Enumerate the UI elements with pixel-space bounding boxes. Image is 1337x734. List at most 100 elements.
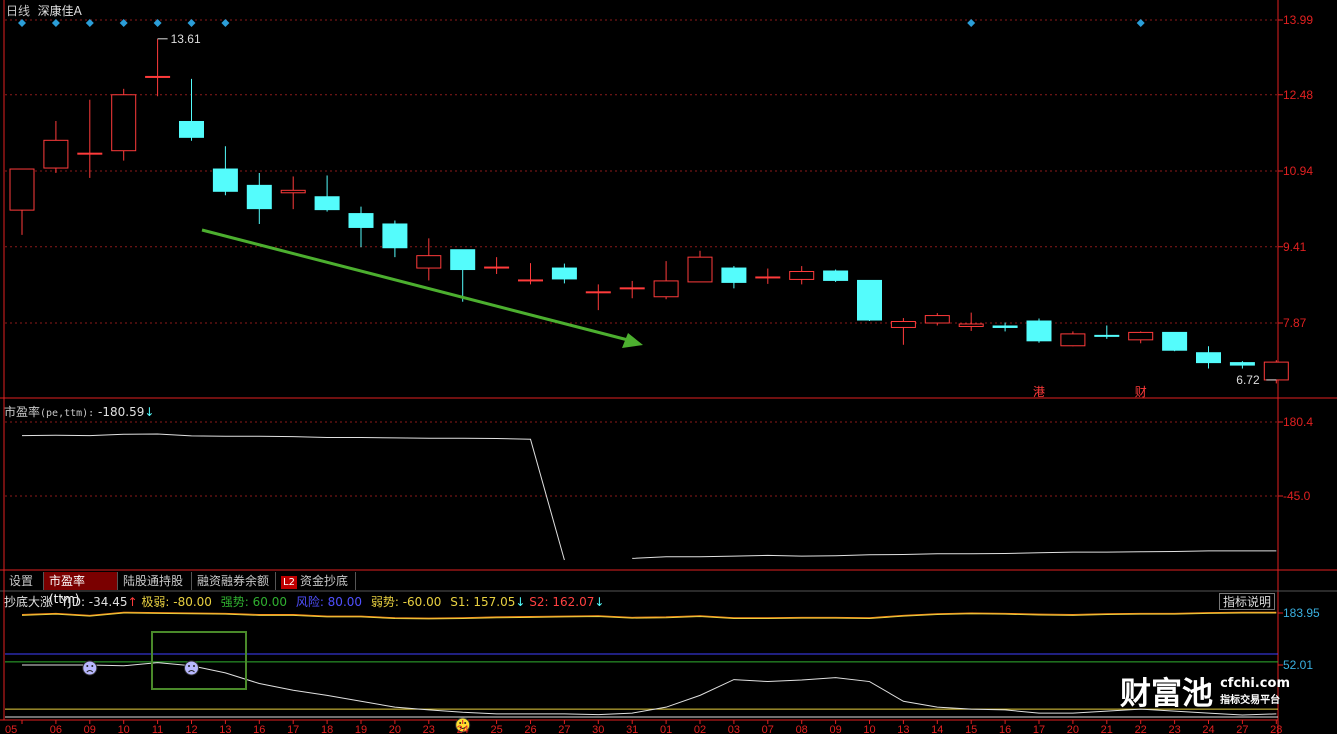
tab-fund-bottom[interactable]: L2 资金抄底 xyxy=(276,572,356,590)
face-eye xyxy=(91,665,94,667)
tab-label: 设置 xyxy=(9,574,34,588)
date-label: 28 xyxy=(1270,724,1282,734)
candle xyxy=(246,172,272,224)
date-label: 13 xyxy=(897,724,909,734)
candle xyxy=(551,263,577,284)
candle xyxy=(382,220,408,258)
indicator-s1: S1: 157.05↓ xyxy=(450,595,525,609)
candle xyxy=(789,266,815,285)
face-circle xyxy=(184,660,199,676)
date-label: 30 xyxy=(592,724,604,734)
date-label: 12 xyxy=(185,724,197,734)
event-diamond-icon xyxy=(221,19,230,27)
candle-body xyxy=(823,270,849,281)
candle xyxy=(77,99,103,178)
event-diamond-icon xyxy=(967,19,976,27)
candle xyxy=(1094,325,1120,339)
candle xyxy=(111,88,137,161)
highlight-box xyxy=(151,631,247,690)
candle-body xyxy=(653,280,679,298)
candle-body xyxy=(77,152,103,155)
pe-line xyxy=(632,550,1277,559)
date-label: 23 xyxy=(423,724,435,734)
event-diamond-icon xyxy=(1136,19,1145,27)
candle-body xyxy=(450,249,476,271)
date-label: 05 xyxy=(5,724,17,734)
tab-label: 陆股通持股 xyxy=(123,574,184,588)
price-tick-label: 12.48 xyxy=(1283,88,1313,102)
candle-body xyxy=(551,267,577,280)
candle-body xyxy=(721,267,747,283)
tab-pe-ttm[interactable]: 市盈率(ttm) xyxy=(44,572,118,606)
logo-site: cfchi.com xyxy=(1220,675,1290,691)
candle-body xyxy=(755,276,781,279)
indicator-jiruo: 极弱: -80.00 xyxy=(141,595,212,609)
candle xyxy=(585,284,611,311)
trend-arrowhead-icon xyxy=(622,333,643,348)
tab-label: 融资融券余额 xyxy=(197,574,270,588)
tab-hk-connect-holding[interactable]: 陆股通持股 xyxy=(118,572,192,590)
candle-body xyxy=(1060,333,1086,347)
tab-label: 资金抄底 xyxy=(299,574,348,588)
candle-body xyxy=(314,196,340,211)
candle-body xyxy=(1196,352,1221,364)
candle-body xyxy=(857,279,882,321)
date-label: 31 xyxy=(626,724,638,734)
candle-body xyxy=(348,213,374,228)
face-eye xyxy=(193,665,195,667)
date-label: 24 xyxy=(1202,724,1214,734)
period-label[interactable]: 日线 xyxy=(6,4,30,18)
candle xyxy=(1128,331,1154,344)
sad-face-icon xyxy=(82,660,98,676)
logo: 财富池 cfchi.com 指标交易平台 xyxy=(1120,668,1290,713)
event-diamond-icon xyxy=(187,19,196,27)
chart-header: 日线 深康佳A xyxy=(6,2,82,19)
candle-body xyxy=(484,266,510,269)
candle xyxy=(518,263,543,285)
candle-body xyxy=(518,279,543,282)
face-eye xyxy=(86,665,89,667)
down-arrow-icon: ↓ xyxy=(594,595,605,609)
date-label: 27 xyxy=(558,724,570,734)
pe-label: 市盈率 xyxy=(4,405,41,419)
candle-body xyxy=(1229,362,1255,366)
candle xyxy=(348,206,374,248)
chart-canvas[interactable]: 13.99 12.48 10.94 9.41 7.87 13.61 6.72 港 财 180.4 -… xyxy=(0,0,1337,734)
candle xyxy=(145,38,171,97)
l2-badge: L2 xyxy=(281,576,297,589)
candle xyxy=(212,146,238,196)
candle-body xyxy=(992,325,1018,328)
logo-sub: 指标交易平台 xyxy=(1220,694,1281,706)
candle xyxy=(179,78,204,141)
stock-name: 深康佳A xyxy=(37,4,82,18)
pe-label-params: (pe,ttm): xyxy=(40,408,95,419)
candle-body xyxy=(890,321,916,328)
pe-line xyxy=(21,433,565,561)
date-label: 20 xyxy=(1067,724,1079,734)
pe-arrow-icon: ↓ xyxy=(144,405,155,419)
event-label-fin: 财 xyxy=(1135,385,1147,399)
s1-value: S1: 157.05 xyxy=(450,595,516,609)
candle-body xyxy=(1263,361,1289,381)
date-label: 09 xyxy=(84,724,96,734)
indicator-ruoshi: 弱势: -60.00 xyxy=(370,595,442,609)
date-label: 16 xyxy=(253,724,265,734)
date-label: 13 xyxy=(219,724,231,734)
candle-body xyxy=(9,168,35,211)
candle-body xyxy=(789,271,815,280)
date-label: 17 xyxy=(1033,724,1045,734)
indicator-bar: 抄底大涨 YJD: -34.45↑ 极弱: -80.00 强势: 60.00 风… xyxy=(4,593,604,610)
indicator-explain-button[interactable]: 指标说明 xyxy=(1219,593,1275,610)
date-label: 03 xyxy=(728,724,740,734)
candle xyxy=(1196,346,1221,369)
candle-body xyxy=(111,94,137,152)
candle xyxy=(1026,318,1052,343)
tab-settings[interactable]: 设置 xyxy=(4,572,44,590)
indicator-s2: S2: 162.07↓ xyxy=(529,595,604,609)
date-label: 27 xyxy=(1236,724,1248,734)
tab-margin-balance[interactable]: 融资融券余额 xyxy=(192,572,276,590)
price-tick-label: 13.99 xyxy=(1283,13,1313,27)
candle-body xyxy=(619,287,645,290)
date-label: 18 xyxy=(321,724,333,734)
candle xyxy=(416,238,442,281)
